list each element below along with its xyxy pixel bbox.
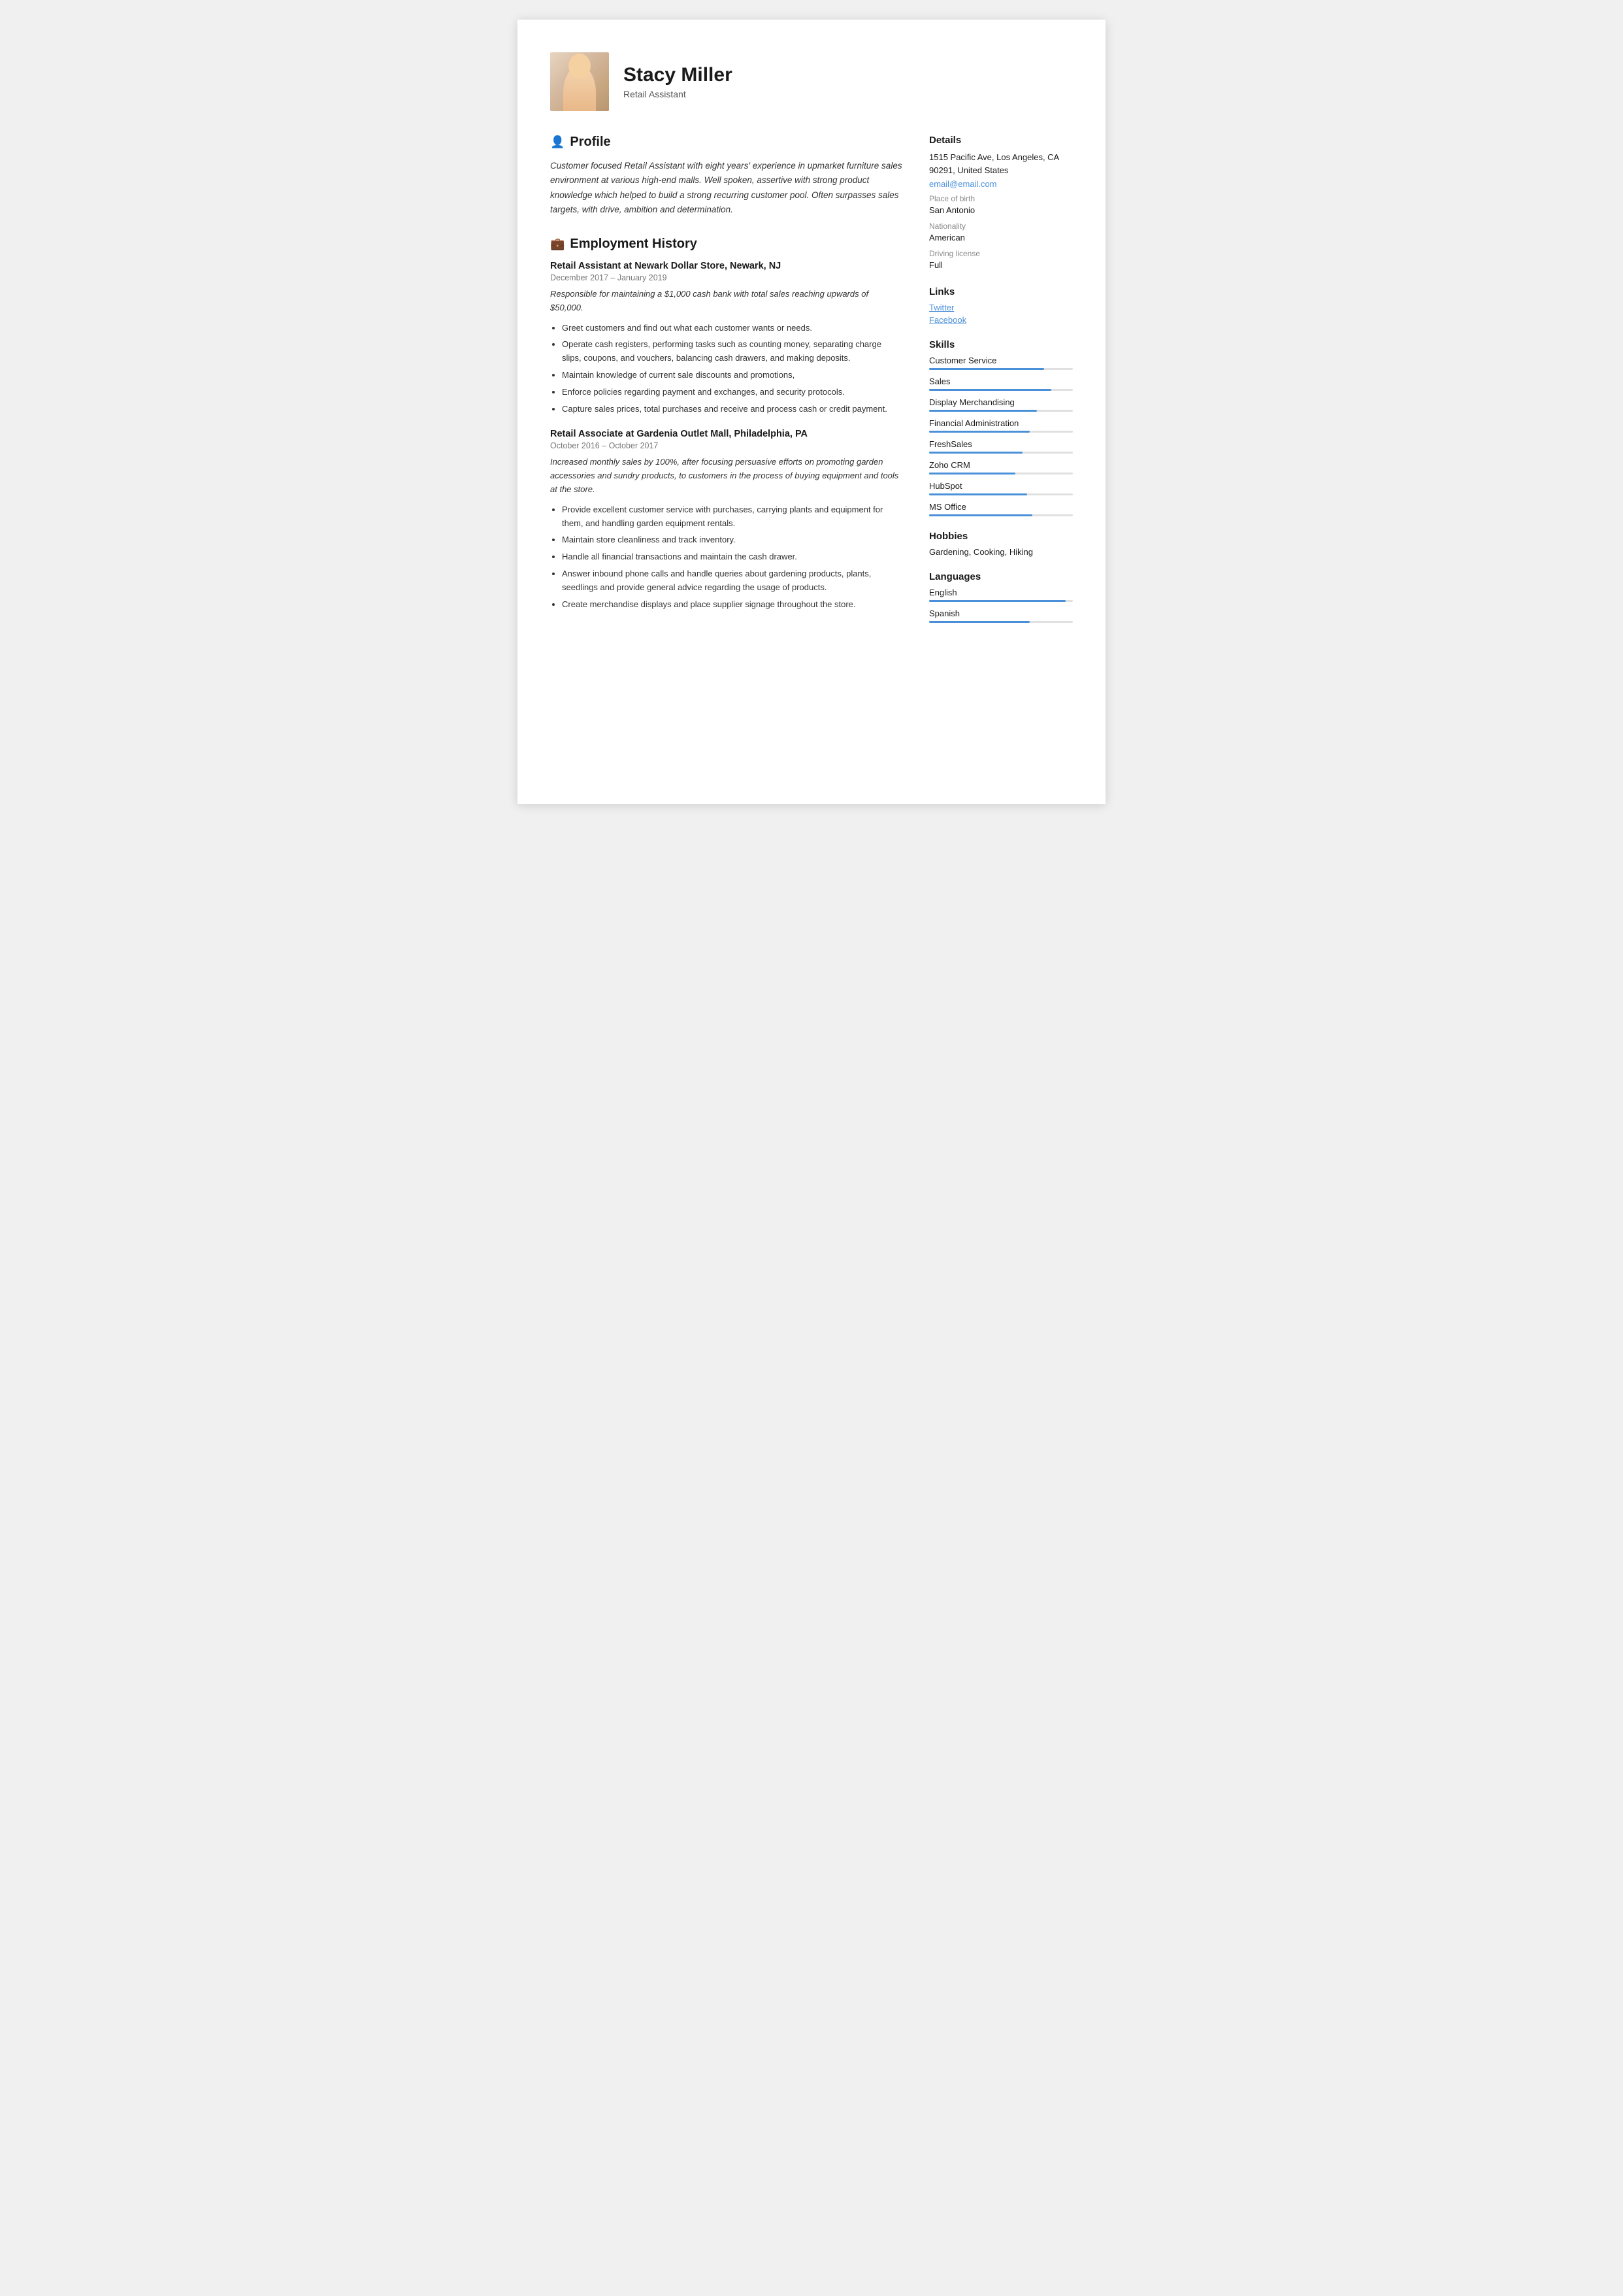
skill-bar-fill-2 — [929, 410, 1037, 412]
employment-section-title: 💼 Employment History — [550, 237, 903, 252]
details-title: Details — [929, 135, 1073, 146]
nationality-label: Nationality — [929, 222, 1073, 231]
skill-bar-fill-0 — [929, 368, 1044, 370]
lang-name-1: Spanish — [929, 608, 1073, 618]
lang-item-0: English — [929, 588, 1073, 602]
lang-bar-bg-0 — [929, 600, 1073, 602]
skill-bar-bg-5 — [929, 473, 1073, 474]
job-summary-2: Increased monthly sales by 100%, after f… — [550, 456, 903, 496]
profile-section: 👤 Profile Customer focused Retail Assist… — [550, 135, 903, 217]
bullet: Maintain knowledge of current sale disco… — [562, 369, 903, 382]
lang-bar-bg-1 — [929, 621, 1073, 623]
skill-bar-bg-7 — [929, 514, 1073, 516]
skill-name-1: Sales — [929, 376, 1073, 386]
skill-name-5: Zoho CRM — [929, 460, 1073, 470]
hobbies-section: Hobbies Gardening, Cooking, Hiking — [929, 531, 1073, 557]
candidate-subtitle: Retail Assistant — [623, 89, 732, 99]
resume-container: Stacy Miller Retail Assistant 👤 Profile … — [517, 20, 1106, 804]
bullet: Answer inbound phone calls and handle qu… — [562, 567, 903, 595]
skill-item-6: HubSpot — [929, 481, 1073, 495]
bullet: Enforce policies regarding payment and e… — [562, 386, 903, 399]
right-column: Details 1515 Pacific Ave, Los Angeles, C… — [929, 135, 1073, 637]
place-of-birth-label: Place of birth — [929, 194, 1073, 203]
skill-name-6: HubSpot — [929, 481, 1073, 491]
profile-icon: 👤 — [550, 135, 565, 149]
header-info: Stacy Miller Retail Assistant — [623, 64, 732, 99]
skill-bar-bg-2 — [929, 410, 1073, 412]
link-facebook[interactable]: Facebook — [929, 315, 1073, 325]
details-section: Details 1515 Pacific Ave, Los Angeles, C… — [929, 135, 1073, 272]
detail-address: 1515 Pacific Ave, Los Angeles, CA 90291,… — [929, 151, 1073, 176]
job-dates-1: December 2017 – January 2019 — [550, 273, 903, 282]
skill-bar-bg-0 — [929, 368, 1073, 370]
bullet: Create merchandise displays and place su… — [562, 598, 903, 612]
header: Stacy Miller Retail Assistant — [550, 52, 1073, 111]
skill-bar-bg-6 — [929, 493, 1073, 495]
links-section: Links Twitter Facebook — [929, 286, 1073, 325]
profile-section-title: 👤 Profile — [550, 135, 903, 150]
languages-title: Languages — [929, 571, 1073, 582]
bullet: Provide excellent customer service with … — [562, 503, 903, 531]
main-layout: 👤 Profile Customer focused Retail Assist… — [550, 135, 1073, 637]
skill-name-7: MS Office — [929, 502, 1073, 512]
job-summary-1: Responsible for maintaining a $1,000 cas… — [550, 288, 903, 315]
bullet: Capture sales prices, total purchases an… — [562, 403, 903, 416]
skill-bar-bg-1 — [929, 389, 1073, 391]
detail-email[interactable]: email@email.com — [929, 179, 1073, 189]
skills-section: Skills Customer Service Sales Display Me… — [929, 339, 1073, 516]
skill-bar-fill-3 — [929, 431, 1030, 433]
bullet: Handle all financial transactions and ma… — [562, 550, 903, 564]
candidate-name: Stacy Miller — [623, 64, 732, 86]
skill-name-0: Customer Service — [929, 356, 1073, 365]
bullet: Greet customers and find out what each c… — [562, 322, 903, 335]
link-twitter[interactable]: Twitter — [929, 303, 1073, 312]
job-entry-2: Retail Associate at Gardenia Outlet Mall… — [550, 429, 903, 611]
bullet: Operate cash registers, performing tasks… — [562, 338, 903, 365]
job-entry-1: Retail Assistant at Newark Dollar Store,… — [550, 261, 903, 416]
skill-bar-fill-5 — [929, 473, 1015, 474]
skill-item-0: Customer Service — [929, 356, 1073, 370]
left-column: 👤 Profile Customer focused Retail Assist… — [550, 135, 903, 637]
job-title-1: Retail Assistant at Newark Dollar Store,… — [550, 261, 903, 271]
job-title-2: Retail Associate at Gardenia Outlet Mall… — [550, 429, 903, 439]
languages-section: Languages English Spanish — [929, 571, 1073, 623]
driving-license-label: Driving license — [929, 249, 1073, 258]
profile-photo — [550, 52, 609, 111]
hobbies-text: Gardening, Cooking, Hiking — [929, 547, 1073, 557]
skill-bar-bg-3 — [929, 431, 1073, 433]
skill-item-3: Financial Administration — [929, 418, 1073, 433]
skill-item-1: Sales — [929, 376, 1073, 391]
bullet: Maintain store cleanliness and track inv… — [562, 533, 903, 547]
skill-bar-fill-1 — [929, 389, 1051, 391]
skill-bar-fill-4 — [929, 452, 1023, 454]
skill-name-4: FreshSales — [929, 439, 1073, 449]
driving-license-value: Full — [929, 259, 1073, 271]
job-bullets-1: Greet customers and find out what each c… — [550, 322, 903, 416]
skill-bar-bg-4 — [929, 452, 1073, 454]
skill-item-7: MS Office — [929, 502, 1073, 516]
hobbies-title: Hobbies — [929, 531, 1073, 542]
employment-section: 💼 Employment History Retail Assistant at… — [550, 237, 903, 611]
skills-title: Skills — [929, 339, 1073, 350]
skill-item-2: Display Merchandising — [929, 397, 1073, 412]
links-title: Links — [929, 286, 1073, 297]
lang-name-0: English — [929, 588, 1073, 597]
job-bullets-2: Provide excellent customer service with … — [550, 503, 903, 612]
skill-name-3: Financial Administration — [929, 418, 1073, 428]
nationality-value: American — [929, 232, 1073, 244]
job-dates-2: October 2016 – October 2017 — [550, 441, 903, 450]
lang-item-1: Spanish — [929, 608, 1073, 623]
skill-bar-fill-7 — [929, 514, 1032, 516]
lang-bar-fill-1 — [929, 621, 1030, 623]
place-of-birth-value: San Antonio — [929, 205, 1073, 216]
skill-item-4: FreshSales — [929, 439, 1073, 454]
skill-bar-fill-6 — [929, 493, 1027, 495]
employment-icon: 💼 — [550, 237, 565, 251]
lang-bar-fill-0 — [929, 600, 1066, 602]
skill-item-5: Zoho CRM — [929, 460, 1073, 474]
skill-name-2: Display Merchandising — [929, 397, 1073, 407]
profile-text: Customer focused Retail Assistant with e… — [550, 159, 903, 217]
